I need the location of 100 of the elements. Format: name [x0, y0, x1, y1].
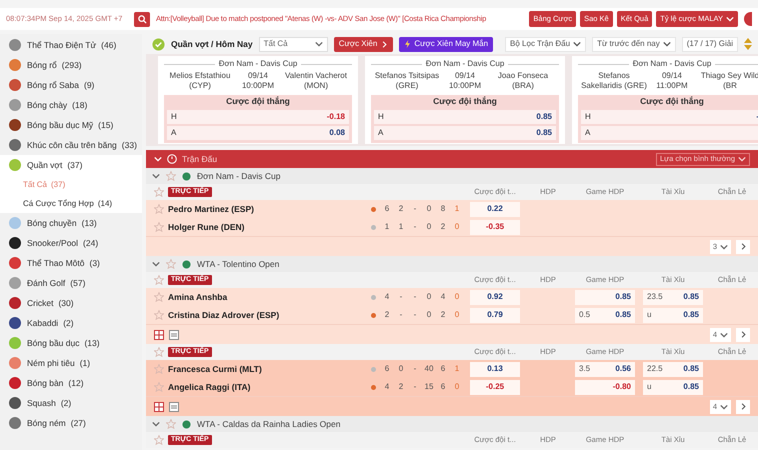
sidebar-item[interactable]: Kabaddi (2): [0, 313, 142, 333]
sidebar-item[interactable]: Bóng rổ Saba (9): [0, 75, 142, 95]
sidebar-item[interactable]: Quần vợt (37): [0, 155, 142, 175]
odds-cell[interactable]: u 0.85: [643, 380, 703, 394]
grid-icon[interactable]: [154, 402, 164, 412]
player-name: Holger Rune (DEN): [168, 220, 244, 234]
list-icon[interactable]: [169, 402, 179, 412]
star-icon[interactable]: [166, 171, 176, 181]
star-icon[interactable]: [154, 204, 164, 214]
score-value: 0: [454, 309, 460, 321]
odds-row[interactable]: A 0.08: [167, 126, 349, 140]
star-icon[interactable]: [154, 347, 164, 357]
odds-cell[interactable]: 0.22: [470, 202, 520, 216]
star-icon[interactable]: [154, 187, 164, 197]
star-icon[interactable]: [166, 419, 176, 429]
star-icon[interactable]: [154, 292, 164, 302]
score-value: 2: [384, 309, 390, 321]
league-count[interactable]: (17 / 17) Giải: [682, 36, 738, 52]
chevron-down-icon: [720, 242, 728, 250]
sport-ball-icon: [8, 38, 22, 52]
parlay-button[interactable]: Cược Xiên: [334, 36, 394, 52]
star-icon[interactable]: [154, 310, 164, 320]
star-icon[interactable]: [154, 382, 164, 392]
score-value: 2: [398, 203, 404, 215]
sidebar-item[interactable]: Cricket (30): [0, 293, 142, 313]
league-name: Đơn Nam - Davis Cup: [197, 170, 281, 182]
grid-icon[interactable]: [154, 330, 164, 340]
star-icon[interactable]: [154, 435, 164, 445]
sidebar-item[interactable]: Squash (2): [0, 393, 142, 413]
odds-row[interactable]: H -0.18: [167, 110, 349, 124]
odds-cell[interactable]: -0.25: [470, 380, 520, 394]
sidebar-subitem[interactable]: Cá Cược Tổng Hợp (14): [0, 194, 142, 213]
odds-cell[interactable]: u 0.85: [643, 308, 703, 322]
odds-value: 0.56: [615, 363, 631, 375]
star-icon[interactable]: [154, 222, 164, 232]
odds-cell[interactable]: 3.5 0.56: [575, 362, 635, 376]
odds-row[interactable]: H 0.85: [374, 110, 556, 124]
sidebar-item[interactable]: Đánh Golf (57): [0, 273, 142, 293]
odds-cell[interactable]: 0.13: [470, 362, 520, 376]
sport-ball-icon: [8, 276, 22, 290]
match-date: 09/14: [454, 71, 476, 81]
lucky-parlay-button[interactable]: Cược Xiên May Mắn: [399, 36, 494, 52]
score-value: 0: [426, 291, 432, 303]
odds-value: 0.85: [683, 363, 699, 375]
chevron-down-icon: [573, 40, 582, 48]
section-title: Trận Đấu: [182, 152, 218, 166]
chevron-right-icon: [740, 331, 746, 338]
star-icon[interactable]: [166, 259, 176, 269]
star-icon[interactable]: [154, 275, 164, 285]
market-select[interactable]: Tất Cả: [258, 36, 328, 52]
sidebar-item[interactable]: Bóng bàn (12): [0, 373, 142, 393]
next-button[interactable]: [736, 400, 750, 414]
side-label: H: [378, 111, 384, 123]
league-header[interactable]: Đơn Nam - Davis Cup: [146, 168, 758, 184]
filter-dropdown[interactable]: Từ trước đến nay: [592, 36, 676, 52]
list-icon[interactable]: [169, 330, 179, 340]
odds-row[interactable]: A: [581, 126, 758, 140]
odds-cell[interactable]: -0.80: [575, 380, 635, 394]
sidebar-item[interactable]: Thể Thao Điện Tử (46): [0, 35, 142, 55]
chevron-right-icon: [740, 403, 746, 410]
sidebar-item[interactable]: Bóng bầu dục (13): [0, 333, 142, 353]
line-value: u: [647, 381, 652, 393]
match-time: 10:00PM: [242, 81, 274, 91]
sort-icon[interactable]: [744, 38, 752, 50]
sidebar-item[interactable]: Bóng rổ (293): [0, 55, 142, 75]
odds-cell[interactable]: 23.5 0.85: [643, 290, 703, 304]
odds-cell[interactable]: 22.5 0.85: [643, 362, 703, 376]
league-badge-icon: [182, 172, 191, 180]
sidebar-item[interactable]: Ném phi tiêu (1): [0, 353, 142, 373]
odds-row[interactable]: A 0.85: [374, 126, 556, 140]
star-icon[interactable]: [154, 364, 164, 374]
sidebar-item[interactable]: Snooker/Pool (24): [0, 233, 142, 253]
side-label: A: [378, 127, 384, 139]
match-card[interactable]: Đơn Nam - Davis Cup Stefanos Tsitsipas (GRE) 09/14 10:00PM Joao Fonseca (BRA) Cược đội thắng H 0.85 A 0.85: [365, 56, 565, 144]
sidebar-item[interactable]: Bóng ném (27): [0, 413, 142, 433]
sidebar-item[interactable]: Khúc côn cầu trên băng (33): [0, 135, 142, 155]
filter-dropdown[interactable]: Bộ Lọc Trận Đấu: [505, 36, 586, 52]
market-title: Cược đội thắng: [639, 95, 705, 108]
search-button[interactable]: [134, 12, 150, 26]
line-value: 0.5: [579, 309, 590, 321]
next-button[interactable]: [736, 328, 750, 342]
match-card[interactable]: Đơn Nam - Davis Cup Melios Efstathiou (CYP) 09/14 10:00PM Valentin Vacherot (MON) Cược đội thắng H -0.18 A 0.08: [158, 56, 358, 144]
sidebar-item[interactable]: Bóng bầu dục Mỹ (15): [0, 115, 142, 135]
odds-cell[interactable]: 0.5 0.85: [575, 308, 635, 322]
page-title: Quần vợt / Hôm Nay: [171, 38, 253, 50]
match-date: 09/14: [248, 71, 268, 81]
odds-cell[interactable]: -0.35: [470, 220, 520, 234]
next-button[interactable]: [736, 240, 750, 254]
league-header[interactable]: WTA - Caldas da Rainha Ladies Open: [146, 416, 758, 432]
check-circle-icon: [152, 38, 165, 50]
sport-ball-icon: [8, 356, 22, 370]
player-name: Cristina Diaz Adrover (ESP): [168, 308, 280, 322]
sidebar-item[interactable]: Thể Thao Môtô (3): [0, 253, 142, 273]
sidebar-item[interactable]: Bóng chuyền (13): [0, 213, 142, 233]
sidebar-item[interactable]: Bóng chày (18): [0, 95, 142, 115]
odds-cell[interactable]: 0.79: [470, 308, 520, 322]
odds-cell[interactable]: 0.92: [470, 290, 520, 304]
sport-ball-icon: [8, 336, 22, 350]
odds-cell[interactable]: 0.85: [575, 290, 635, 304]
league-header[interactable]: WTA - Tolentino Open: [146, 256, 758, 272]
